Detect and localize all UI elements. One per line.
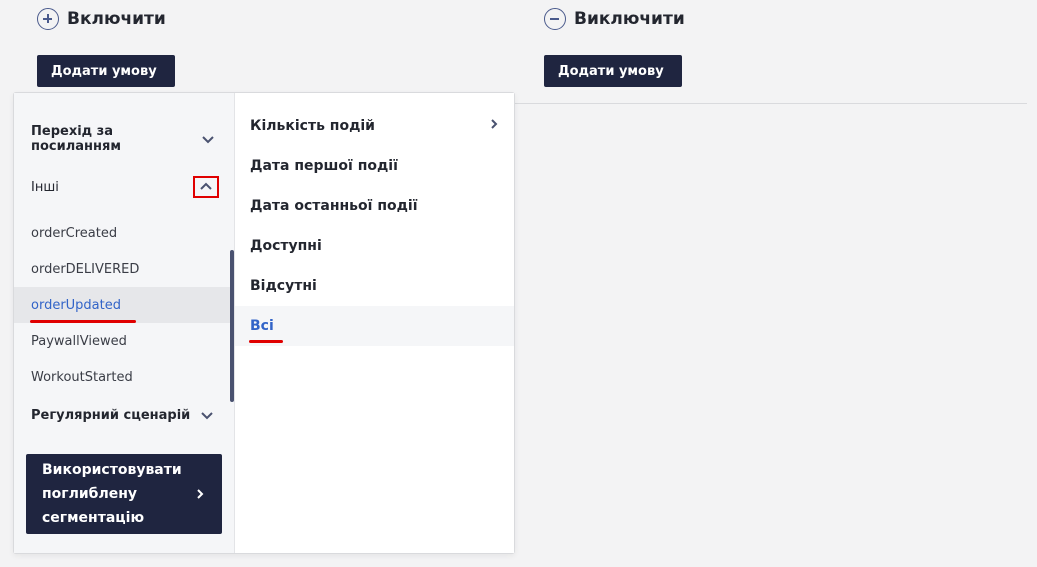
minus-circle-icon[interactable] <box>544 8 566 30</box>
group-link-click[interactable]: Перехід за посиланням <box>14 121 235 157</box>
plus-circle-icon[interactable] <box>37 8 59 30</box>
include-title: Включити <box>67 9 166 29</box>
exclude-section-header[interactable]: Виключити <box>544 8 685 30</box>
chevron-right-icon <box>194 485 206 504</box>
include-section-header[interactable]: Включити <box>37 8 166 30</box>
option-label: Відсутні <box>250 278 317 294</box>
exclude-add-condition-button[interactable]: Додати умову <box>544 55 682 87</box>
include-add-condition-button[interactable]: Додати умову <box>37 55 175 87</box>
annotation-underline <box>249 340 283 343</box>
chevron-down-icon[interactable] <box>197 127 220 151</box>
option-label: Дата останньої події <box>250 198 418 214</box>
segment-builder: Включити Виключити Додати умову Додати у… <box>0 0 1037 567</box>
event-category-pane[interactable]: Перехід за посиланням Інші orderCreated … <box>14 93 235 553</box>
group-label: Інші <box>31 179 59 195</box>
option-label: Кількість подій <box>250 118 375 134</box>
event-item-order-updated[interactable]: orderUpdated <box>14 287 230 323</box>
condition-dropdown: Перехід за посиланням Інші orderCreated … <box>13 92 515 554</box>
group-label: Перехід за посиланням <box>31 124 121 154</box>
option-available[interactable]: Доступні <box>235 226 514 266</box>
group-other[interactable]: Інші <box>14 169 235 205</box>
exclude-divider <box>515 103 1027 104</box>
option-label: Дата першої події <box>250 158 398 174</box>
group-label: Регулярний сценарій <box>31 407 191 423</box>
advanced-segmentation-button[interactable]: Використовувати поглиблену сегментацію <box>26 454 222 534</box>
option-label: Доступні <box>250 238 322 254</box>
option-missing[interactable]: Відсутні <box>235 266 514 306</box>
event-item-order-delivered[interactable]: orderDELIVERED <box>14 251 230 287</box>
scrollbar-thumb[interactable] <box>230 250 234 402</box>
chevron-up-icon[interactable] <box>193 176 219 198</box>
option-first-event-date[interactable]: Дата першої події <box>235 146 514 186</box>
group-regular-scenario[interactable]: Регулярний сценарій <box>14 397 235 433</box>
event-item-workout-started[interactable]: WorkoutStarted <box>14 359 230 395</box>
event-item-paywall-viewed[interactable]: PaywallViewed <box>14 323 230 359</box>
advanced-segmentation-label: Використовувати поглиблену сегментацію <box>42 462 182 526</box>
option-last-event-date[interactable]: Дата останньої події <box>235 186 514 226</box>
option-event-count[interactable]: Кількість подій <box>235 106 514 146</box>
option-label: Всі <box>250 318 274 334</box>
exclude-title: Виключити <box>574 9 685 29</box>
chevron-right-icon <box>488 118 500 134</box>
chevron-down-icon[interactable] <box>195 403 219 427</box>
event-item-order-created[interactable]: orderCreated <box>14 215 230 251</box>
condition-options-pane[interactable]: Кількість подій Дата першої події Дата о… <box>235 93 514 553</box>
